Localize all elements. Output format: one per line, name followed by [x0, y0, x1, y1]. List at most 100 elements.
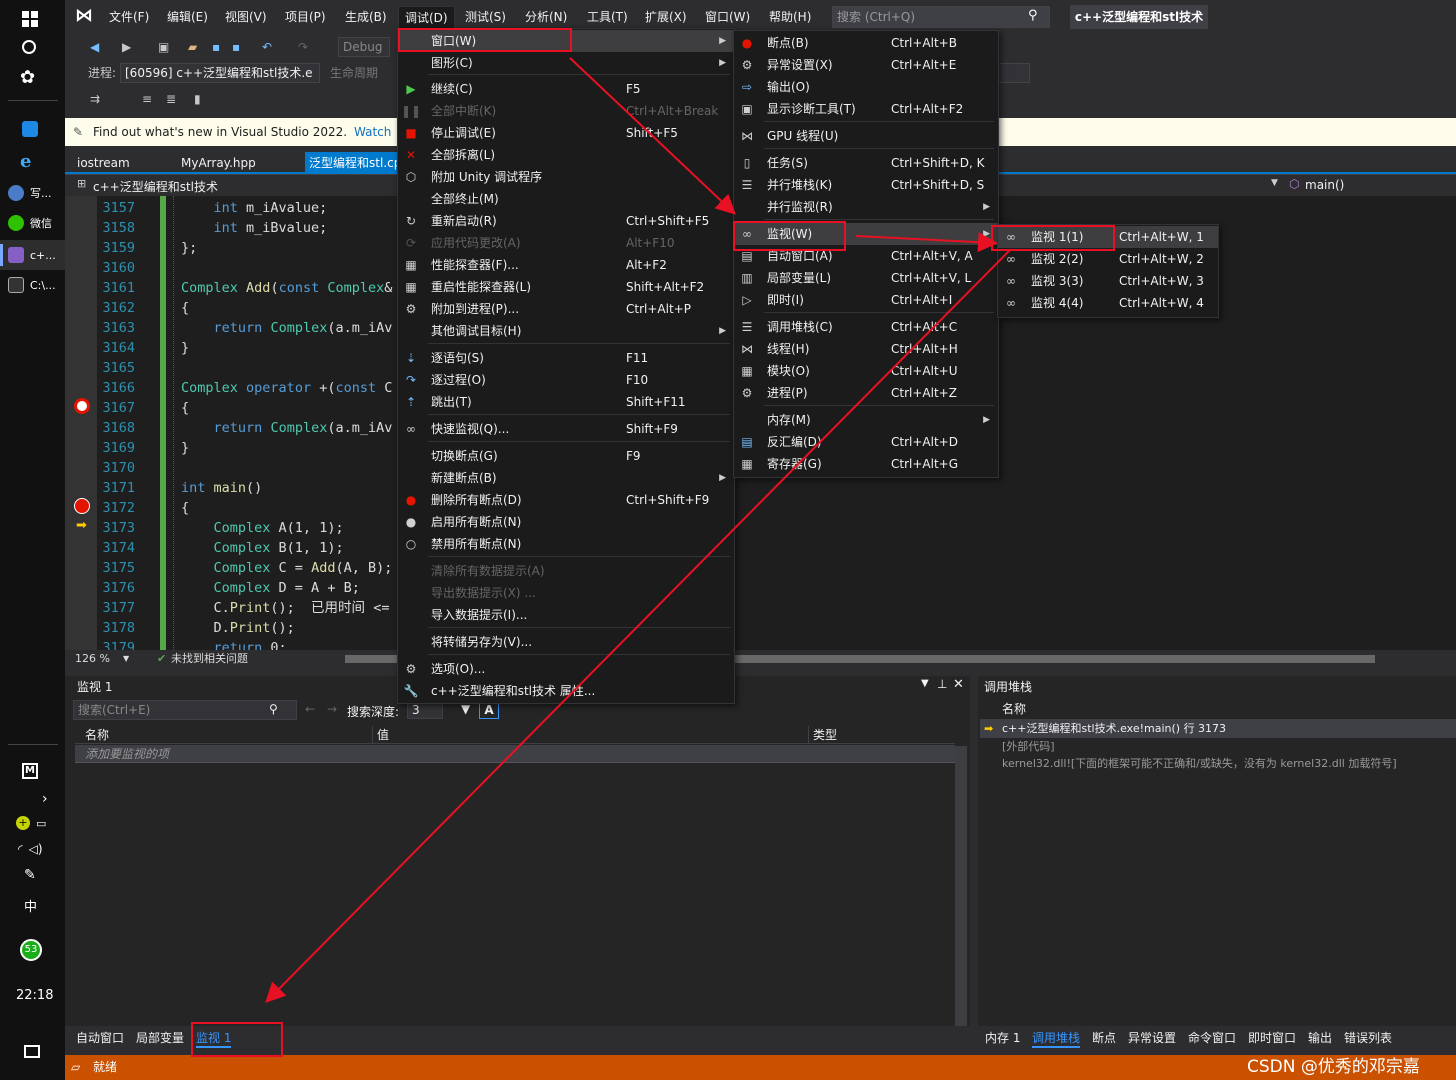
call-stack-col-name[interactable]: 名称 — [980, 700, 1456, 720]
debug-menu-item[interactable]: ⇣ 逐语句(S) F11 — [398, 347, 734, 369]
notification-center[interactable] — [0, 1036, 65, 1066]
function-dropdown[interactable]: main() — [1305, 178, 1344, 192]
menu-analyze[interactable]: 分析(N) — [519, 6, 573, 28]
window-menu-item[interactable]: ☰ 调用堆栈(C) Ctrl+Alt+C — [734, 316, 998, 338]
debug-menu-item[interactable]: ↷ 逐过程(O) F10 — [398, 369, 734, 391]
menu-test[interactable]: 测试(S) — [459, 6, 512, 28]
close-icon[interactable]: ✕ — [953, 677, 964, 692]
watch-link[interactable]: Watch — [354, 118, 391, 146]
tab-error-list[interactable]: 错误列表 — [1344, 1028, 1392, 1048]
debug-menu-item[interactable]: 导出数据提示(X) ... — [398, 582, 734, 604]
debug-menu-item[interactable]: ● 删除所有断点(D) Ctrl+Shift+F9 — [398, 489, 734, 511]
forward-icon[interactable]: ▶ — [122, 38, 131, 56]
window-menu-item[interactable]: ● 断点(B) Ctrl+Alt+B — [734, 32, 998, 54]
bookmark-icon[interactable]: ▮ — [194, 90, 201, 108]
debug-menu-item[interactable]: ⟳ 应用代码更改(A) Alt+F10 — [398, 232, 734, 254]
add-item-placeholder[interactable]: 添加要监视的项 — [85, 745, 169, 763]
taskbar-app-k[interactable] — [0, 114, 65, 144]
new-project-icon[interactable]: ▣ — [158, 38, 169, 56]
menu-debug[interactable]: 调试(D) — [398, 6, 455, 28]
configuration-dropdown[interactable]: Debug — [338, 37, 390, 57]
window-menu-item[interactable]: ⚙ 进程(P) Ctrl+Alt+Z — [734, 382, 998, 404]
window-menu-item[interactable]: ▦ 模块(O) Ctrl+Alt+U — [734, 360, 998, 382]
watch-menu-item[interactable]: ∞ 监视 2(2) Ctrl+Alt+W, 2 — [998, 248, 1218, 270]
watch-search-input[interactable]: 搜索(Ctrl+E) — [73, 700, 297, 720]
tray-security[interactable]: 53 — [0, 935, 65, 965]
tab-autos[interactable]: 自动窗口 — [76, 1028, 124, 1048]
chevron-down-icon[interactable]: ▼ — [921, 678, 929, 689]
debug-menu-item[interactable]: ✕ 全部拆离(L) — [398, 144, 734, 166]
call-stack-row[interactable]: kernel32.dll![下面的框架可能不正确和/或缺失，没有为 kernel… — [980, 755, 1456, 772]
debug-menu-item[interactable]: 🔧 c++泛型编程和stl技术 属性... — [398, 680, 734, 702]
forward-arrow-icon[interactable]: → — [327, 702, 337, 716]
menu-edit[interactable]: 编辑(E) — [161, 6, 214, 28]
filter-icon[interactable]: ▼ — [461, 702, 470, 716]
debug-menu-item[interactable]: ⇡ 跳出(T) Shift+F11 — [398, 391, 734, 413]
debug-menu-item[interactable]: ▶ 继续(C) F5 — [398, 78, 734, 100]
debug-menu-item[interactable]: ● 启用所有断点(N) — [398, 511, 734, 533]
start-button[interactable] — [0, 4, 65, 34]
save-all-icon[interactable]: ▪ — [232, 38, 240, 56]
issues-status[interactable]: 未找到相关问题 — [171, 650, 248, 668]
tab-command-window[interactable]: 命令窗口 — [1188, 1028, 1236, 1048]
debug-menu-item[interactable]: 新建断点(B) ▶ — [398, 467, 734, 489]
process-dropdown[interactable]: [60596] c++泛型编程和stl技术.e — [120, 63, 320, 83]
menu-view[interactable]: 视图(V) — [219, 6, 273, 28]
window-menu-item[interactable]: ⚙ 异常设置(X) Ctrl+Alt+E — [734, 54, 998, 76]
window-menu-item[interactable]: ☰ 并行堆栈(K) Ctrl+Shift+D, S — [734, 174, 998, 196]
debug-menu-item[interactable]: ⚙ 选项(O)... — [398, 658, 734, 680]
window-menu-item[interactable]: ▦ 寄存器(G) Ctrl+Alt+G — [734, 453, 998, 475]
debug-menu-item[interactable]: ∞ 快速监视(Q)... Shift+F9 — [398, 418, 734, 440]
vertical-scrollbar[interactable] — [955, 746, 967, 1026]
breakpoint[interactable] — [74, 498, 90, 514]
tab-immediate-window[interactable]: 即时窗口 — [1248, 1028, 1296, 1048]
debug-menu-item[interactable]: 导入数据提示(I)... — [398, 604, 734, 626]
watch-menu-item[interactable]: ∞ 监视 4(4) Ctrl+Alt+W, 4 — [998, 292, 1218, 314]
breakpoint-margin[interactable] — [65, 196, 97, 650]
debug-menu-item[interactable]: ▦ 性能探查器(F)... Alt+F2 — [398, 254, 734, 276]
menu-extensions[interactable]: 扩展(X) — [639, 6, 693, 28]
taskbar-ie[interactable]: e — [0, 146, 65, 176]
debug-menu-item[interactable]: 全部终止(M) — [398, 188, 734, 210]
debug-menu-item[interactable]: 将转储另存为(V)... — [398, 631, 734, 653]
debug-menu-item[interactable]: 清除所有数据提示(A) — [398, 560, 734, 582]
window-menu-item[interactable]: ▷ 即时(I) Ctrl+Alt+I — [734, 289, 998, 311]
tab-myarray[interactable]: MyArray.hpp — [171, 152, 266, 174]
window-menu-item[interactable]: ⇨ 输出(O) — [734, 76, 998, 98]
menu-project[interactable]: 项目(P) — [279, 6, 332, 28]
watch-add-row[interactable]: 添加要监视的项 — [75, 745, 955, 763]
window-menu-item[interactable]: ⋈ 线程(H) Ctrl+Alt+H — [734, 338, 998, 360]
taskbar-tray-m[interactable]: M — [0, 756, 65, 786]
save-icon[interactable]: ▪ — [212, 38, 220, 56]
cortana-button[interactable] — [0, 32, 65, 62]
tab-callstack[interactable]: 调用堆栈 — [1032, 1028, 1081, 1048]
menu-build[interactable]: 生成(B) — [339, 6, 393, 28]
scope-dropdown[interactable]: c++泛型编程和stl技术 — [93, 178, 218, 195]
taskbar-item-2[interactable]: c+... — [0, 240, 65, 270]
call-stack-row[interactable]: [外部代码] — [980, 738, 1456, 755]
debug-menu-item[interactable]: 图形(C) ▶ — [398, 52, 734, 74]
watch-col-name[interactable]: 名称 — [75, 726, 373, 744]
tab-iostream[interactable]: iostream — [67, 152, 140, 174]
debug-menu-item[interactable]: ⬡ 附加 Unity 调试程序 — [398, 166, 734, 188]
debug-menu-item[interactable]: ▦ 重启性能探查器(L) Shift+Alt+F2 — [398, 276, 734, 298]
window-menu-item[interactable]: ▣ 显示诊断工具(T) Ctrl+Alt+F2 — [734, 98, 998, 120]
taskbar-item-1[interactable]: 微信 — [0, 208, 65, 238]
debug-menu-item[interactable]: ○ 禁用所有断点(N) — [398, 533, 734, 555]
taskview-button[interactable]: ✿ — [0, 62, 65, 92]
uncomment-icon[interactable]: ≣ — [166, 90, 176, 108]
window-menu-item[interactable]: 并行监视(R) ▶ — [734, 196, 998, 218]
window-menu-item[interactable]: ▤ 反汇编(D) Ctrl+Alt+D — [734, 431, 998, 453]
tab-exception-settings[interactable]: 异常设置 — [1128, 1028, 1176, 1048]
watch-menu-item[interactable]: ∞ 监视 3(3) Ctrl+Alt+W, 3 — [998, 270, 1218, 292]
clock[interactable]: 22:18 — [0, 980, 65, 1010]
zoom-level[interactable]: 126 % — [75, 650, 110, 668]
menu-help[interactable]: 帮助(H) — [763, 6, 817, 28]
tab-breakpoints[interactable]: 断点 — [1092, 1028, 1116, 1048]
window-menu-item[interactable]: ⋈ GPU 线程(U) — [734, 125, 998, 147]
window-menu-item[interactable]: ▥ 局部变量(L) Ctrl+Alt+V, L — [734, 267, 998, 289]
search-input[interactable]: 搜索 (Ctrl+Q) — [832, 6, 1050, 28]
debug-menu-item[interactable]: ⚙ 附加到进程(P)... Ctrl+Alt+P — [398, 298, 734, 320]
undo-icon[interactable]: ↶ — [262, 38, 272, 56]
back-icon[interactable]: ◀ — [90, 38, 99, 56]
